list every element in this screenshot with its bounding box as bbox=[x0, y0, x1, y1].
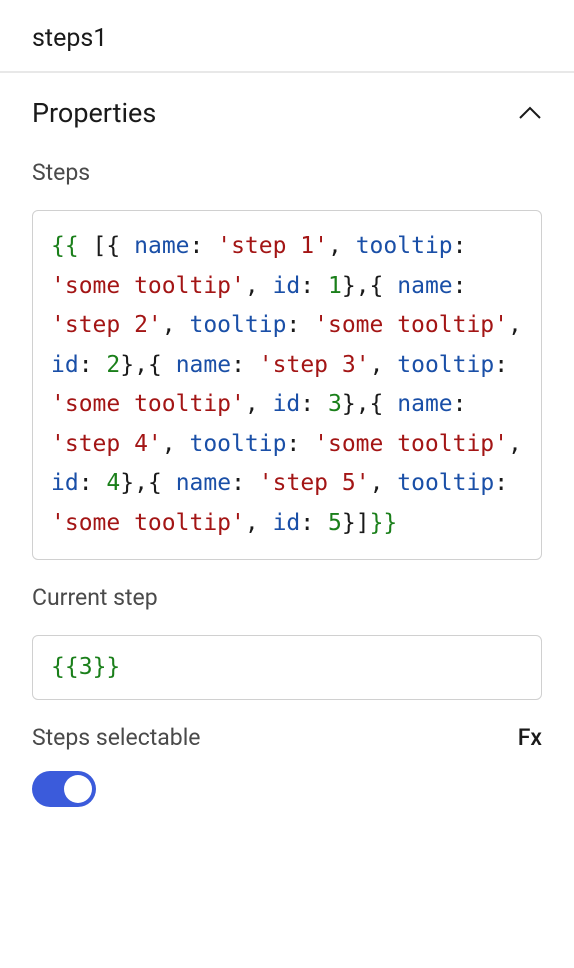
token-open-curly: { bbox=[106, 233, 120, 259]
token-key: tooltip bbox=[189, 431, 286, 457]
token-string: 'step 4' bbox=[51, 431, 162, 457]
token-open-curly: { bbox=[370, 273, 384, 299]
token-punct: : bbox=[494, 352, 508, 378]
properties-section: Properties Steps {{ [{ name: 'step 1', t… bbox=[0, 73, 574, 807]
token-string: 'some tooltip' bbox=[314, 431, 508, 457]
steps-label: Steps bbox=[32, 159, 542, 186]
token-punct: : bbox=[79, 470, 107, 496]
token-punct: : bbox=[190, 233, 218, 259]
steps-selectable-toggle[interactable] bbox=[32, 771, 96, 807]
token-number: 2 bbox=[106, 352, 120, 378]
token-key: name bbox=[120, 233, 189, 259]
token-punct: : bbox=[453, 273, 467, 299]
token-punct: : bbox=[286, 312, 314, 338]
token-punct: , bbox=[370, 470, 398, 496]
steps-selectable-row: Steps selectable Fx bbox=[32, 724, 542, 751]
token-key: name bbox=[162, 470, 231, 496]
token-key: name bbox=[383, 391, 452, 417]
token-string: 'step 2' bbox=[51, 312, 162, 338]
fx-button[interactable]: Fx bbox=[518, 724, 542, 751]
token-punct: : bbox=[286, 431, 314, 457]
token-curly: }, bbox=[342, 273, 370, 299]
token-number: 1 bbox=[328, 273, 342, 299]
token-punct: : bbox=[300, 391, 328, 417]
token-punct: : bbox=[231, 470, 259, 496]
token-string: 'step 5' bbox=[259, 470, 370, 496]
steps-code-input[interactable]: {{ [{ name: 'step 1', tooltip: 'some too… bbox=[32, 210, 542, 560]
token-punct: : bbox=[231, 352, 259, 378]
token-open-brace: {{ bbox=[51, 654, 79, 680]
token-number: 3 bbox=[328, 391, 342, 417]
token-key: id bbox=[273, 273, 301, 299]
token-punct: : bbox=[453, 391, 467, 417]
token-curly: }, bbox=[120, 352, 148, 378]
token-key: name bbox=[162, 352, 231, 378]
token-punct: : bbox=[453, 233, 467, 259]
token-open-brace: {{ bbox=[51, 233, 93, 259]
token-punct: : bbox=[79, 352, 107, 378]
token-punct: : bbox=[300, 273, 328, 299]
token-open-curly: { bbox=[370, 391, 384, 417]
token-punct: , bbox=[245, 510, 273, 536]
token-punct: , bbox=[245, 273, 273, 299]
token-close-brace: }} bbox=[370, 510, 398, 536]
token-punct: , bbox=[508, 431, 522, 457]
current-step-input[interactable]: {{3}} bbox=[32, 635, 542, 700]
token-close-bracket: ] bbox=[356, 510, 370, 536]
token-string: 'step 1' bbox=[217, 233, 328, 259]
token-punct: : bbox=[494, 470, 508, 496]
token-close-curly: } bbox=[342, 510, 356, 536]
token-number: 4 bbox=[106, 470, 120, 496]
token-punct: , bbox=[508, 312, 522, 338]
token-curly: }, bbox=[342, 391, 370, 417]
token-punct: , bbox=[370, 352, 398, 378]
token-open-bracket: [ bbox=[93, 233, 107, 259]
token-punct: , bbox=[245, 391, 273, 417]
token-punct: , bbox=[162, 431, 190, 457]
token-open-curly: { bbox=[148, 352, 162, 378]
token-key: id bbox=[273, 391, 301, 417]
token-punct: : bbox=[300, 510, 328, 536]
token-key: tooltip bbox=[397, 470, 494, 496]
steps-selectable-label: Steps selectable bbox=[32, 724, 201, 751]
token-close-brace: }} bbox=[93, 654, 121, 680]
token-key: id bbox=[273, 510, 301, 536]
component-header: steps1 bbox=[0, 0, 574, 73]
token-curly: }, bbox=[120, 470, 148, 496]
token-string: 'some tooltip' bbox=[51, 273, 245, 299]
token-open-curly: { bbox=[148, 470, 162, 496]
section-title: Properties bbox=[32, 97, 156, 129]
token-punct: , bbox=[162, 312, 190, 338]
token-string: 'some tooltip' bbox=[51, 510, 245, 536]
token-key: id bbox=[51, 470, 79, 496]
token-punct: , bbox=[328, 233, 356, 259]
section-header[interactable]: Properties bbox=[32, 97, 542, 129]
token-key: tooltip bbox=[356, 233, 453, 259]
token-key: id bbox=[51, 352, 79, 378]
component-name[interactable]: steps1 bbox=[32, 24, 542, 53]
token-key: tooltip bbox=[189, 312, 286, 338]
chevron-up-icon bbox=[518, 101, 542, 125]
token-number: 5 bbox=[328, 510, 342, 536]
token-string: 'step 3' bbox=[259, 352, 370, 378]
token-string: 'some tooltip' bbox=[314, 312, 508, 338]
token-key: name bbox=[383, 273, 452, 299]
token-number: 3 bbox=[79, 654, 93, 680]
current-step-label: Current step bbox=[32, 584, 542, 611]
toggle-knob bbox=[64, 775, 92, 803]
token-key: tooltip bbox=[397, 352, 494, 378]
token-string: 'some tooltip' bbox=[51, 391, 245, 417]
